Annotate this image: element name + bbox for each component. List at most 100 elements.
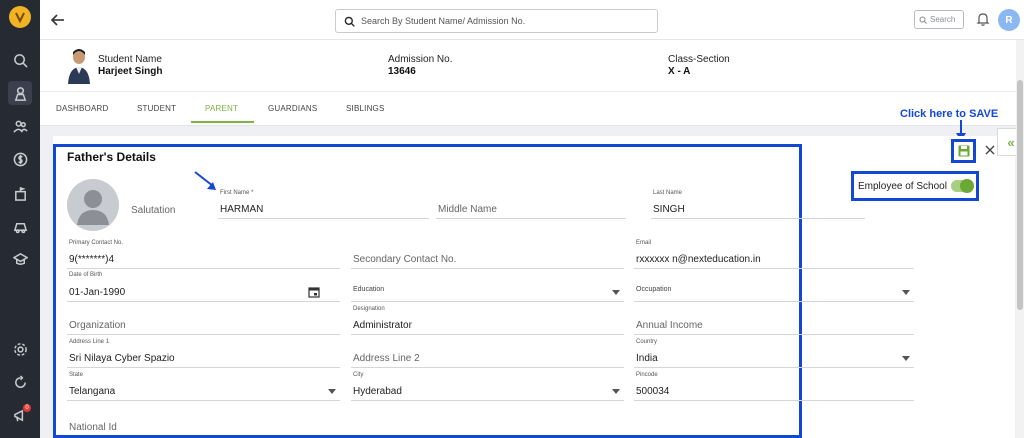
dob-value: 01-Jan-1990 bbox=[69, 287, 126, 298]
save-hint-annotation: Click here to SAVE bbox=[900, 108, 999, 120]
close-icon[interactable] bbox=[984, 144, 996, 156]
student-name-value: Harjeet Singh bbox=[98, 66, 163, 77]
transport-icon[interactable] bbox=[8, 214, 32, 238]
organization-field[interactable]: Organization bbox=[67, 302, 340, 335]
middle-name-field[interactable]: Middle Name bbox=[436, 186, 626, 219]
admission-label: Admission No. bbox=[388, 54, 453, 65]
users-icon[interactable] bbox=[8, 114, 32, 138]
fee-icon[interactable] bbox=[8, 147, 32, 171]
chevron-down-icon bbox=[612, 389, 620, 394]
education-select[interactable]: Education bbox=[351, 268, 624, 302]
email-field[interactable]: Email rxxxxxx n@nexteducation.in bbox=[634, 236, 914, 269]
last-name-label: Last Name bbox=[653, 190, 683, 196]
person-icon bbox=[77, 190, 109, 225]
active-tab-indicator bbox=[191, 121, 254, 123]
calendar-icon[interactable] bbox=[308, 286, 320, 298]
tab-bar: DASHBOARD STUDENT PARENT GUARDIANS SIBLI… bbox=[40, 92, 1024, 126]
annual-income-field[interactable]: Annual Income bbox=[634, 302, 914, 335]
first-name-arrow-icon bbox=[194, 171, 216, 190]
chevron-down-icon bbox=[328, 389, 336, 394]
designation-field[interactable]: Designation Administrator bbox=[351, 302, 624, 335]
tab-student[interactable]: STUDENT bbox=[137, 104, 176, 113]
parent-photo-placeholder[interactable] bbox=[67, 179, 119, 231]
first-name-field[interactable]: First Name * HARMAN bbox=[218, 186, 429, 219]
salutation-placeholder: Salutation bbox=[131, 205, 176, 216]
primary-contact-field[interactable]: Primary Contact No. 9(*******)4 bbox=[67, 236, 340, 269]
designation-label: Designation bbox=[353, 306, 385, 312]
occupation-select[interactable]: Occupation bbox=[634, 268, 914, 302]
user-avatar[interactable]: R bbox=[998, 9, 1020, 31]
refresh-icon[interactable] bbox=[8, 370, 32, 394]
search-icon[interactable] bbox=[8, 48, 32, 72]
exam-icon[interactable] bbox=[8, 181, 32, 205]
class-section-block: Class-Section X - A bbox=[668, 54, 730, 77]
settings-icon[interactable] bbox=[8, 337, 32, 361]
address-line2-field[interactable]: Address Line 2 bbox=[351, 335, 624, 368]
collapse-icon: « bbox=[1007, 134, 1015, 150]
top-bar: Search By Student Name/ Admission No. Se… bbox=[40, 0, 1024, 40]
national-id-field[interactable]: National Id bbox=[67, 406, 340, 436]
dob-field[interactable]: Date of Birth 01-Jan-1990 bbox=[67, 268, 340, 302]
state-value: Telangana bbox=[69, 386, 116, 397]
section-title: Father's Details bbox=[67, 150, 156, 164]
father-details-panel: Father's Details Employee of School Salu… bbox=[53, 136, 1015, 438]
middle-name-placeholder: Middle Name bbox=[438, 204, 497, 215]
student-name-label: Student Name bbox=[98, 54, 162, 65]
chevron-down-icon bbox=[612, 290, 620, 295]
app-logo-icon[interactable] bbox=[9, 6, 31, 28]
city-select[interactable]: City Hyderabad bbox=[351, 368, 624, 401]
education-label: Education bbox=[353, 286, 385, 293]
first-name-value: HARMAN bbox=[220, 204, 264, 215]
tab-parent[interactable]: PARENT bbox=[205, 104, 238, 113]
address-line1-field[interactable]: Address Line 1 Sri Nilaya Cyber Spazio bbox=[67, 335, 340, 368]
first-name-label: First Name * bbox=[220, 190, 254, 196]
announce-icon[interactable]: 0 bbox=[8, 403, 32, 427]
search-icon bbox=[344, 16, 355, 27]
occupation-label: Occupation bbox=[636, 286, 672, 293]
class-section-label: Class-Section bbox=[668, 54, 730, 65]
notification-badge: 0 bbox=[23, 404, 31, 412]
save-icon bbox=[958, 145, 969, 157]
scrollbar-thumb[interactable] bbox=[1017, 80, 1023, 310]
back-arrow-icon[interactable] bbox=[50, 12, 66, 28]
employee-of-school-label: Employee of School bbox=[858, 180, 947, 192]
student-search-input[interactable]: Search By Student Name/ Admission No. bbox=[335, 9, 658, 33]
address-line1-value: Sri Nilaya Cyber Spazio bbox=[69, 353, 175, 364]
search-icon bbox=[919, 16, 927, 24]
secondary-contact-field[interactable]: Secondary Contact No. bbox=[351, 236, 624, 269]
country-select[interactable]: Country India bbox=[634, 335, 914, 368]
salutation-field[interactable]: Salutation bbox=[129, 198, 209, 219]
sidebar: 0 bbox=[0, 0, 40, 438]
last-name-field[interactable]: Last Name SINGH bbox=[651, 186, 865, 219]
city-label: City bbox=[353, 372, 364, 378]
page-scrollbar[interactable] bbox=[1016, 40, 1024, 438]
pincode-value: 500034 bbox=[636, 386, 670, 397]
primary-contact-value: 9(*******)4 bbox=[69, 254, 115, 265]
state-label: State bbox=[69, 372, 84, 378]
employee-of-school-toggle[interactable] bbox=[950, 179, 974, 193]
tab-siblings[interactable]: SIBLINGS bbox=[346, 104, 385, 113]
class-section-value: X - A bbox=[668, 66, 691, 77]
admission-block: Admission No. 13646 bbox=[388, 54, 452, 77]
pincode-label: Pincode bbox=[636, 372, 658, 378]
email-value: rxxxxxx n@nexteducation.in bbox=[636, 254, 761, 265]
email-label: Email bbox=[636, 240, 652, 246]
pincode-field[interactable]: Pincode 500034 bbox=[634, 368, 914, 401]
library-icon[interactable] bbox=[8, 247, 32, 271]
tab-dashboard[interactable]: DASHBOARD bbox=[56, 104, 108, 113]
state-select[interactable]: State Telangana bbox=[67, 368, 340, 401]
student-name-block: Student Name Harjeet Singh bbox=[98, 54, 162, 77]
secondary-contact-placeholder: Secondary Contact No. bbox=[353, 254, 457, 265]
bell-icon[interactable] bbox=[975, 11, 991, 27]
admission-value: 13646 bbox=[388, 66, 416, 77]
national-id-placeholder: National Id bbox=[69, 422, 117, 433]
global-search-input[interactable]: Search bbox=[914, 10, 964, 29]
chevron-down-icon bbox=[902, 290, 910, 295]
student-icon[interactable] bbox=[8, 81, 32, 105]
employee-of-school-toggle-box[interactable]: Employee of School bbox=[851, 171, 979, 201]
save-button[interactable] bbox=[951, 139, 976, 163]
search-placeholder: Search By Student Name/ Admission No. bbox=[361, 16, 526, 26]
tab-guardians[interactable]: GUARDIANS bbox=[268, 104, 317, 113]
country-label: Country bbox=[636, 339, 658, 345]
organization-placeholder: Organization bbox=[69, 320, 126, 331]
